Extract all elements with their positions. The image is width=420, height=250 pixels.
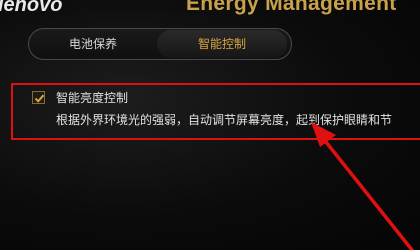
smart-brightness-checkbox[interactable] (32, 91, 45, 104)
tab-battery-care[interactable]: 电池保养 (29, 30, 157, 58)
checkmark-icon (34, 94, 45, 103)
app-title: Energy Management (186, 0, 397, 15)
smart-brightness-description: 根据外界环境光的强弱，自动调节屏幕亮度，起到保护眼睛和节 (56, 113, 393, 127)
lenovo-logo: lenovo (0, 0, 63, 16)
smart-brightness-label: 智能亮度控制 (56, 91, 129, 105)
energy-management-window: lenovo Energy Management 电池保养 智能控制 智能亮度控… (0, 0, 420, 250)
tab-bar: 电池保养 智能控制 (28, 28, 292, 60)
tab-smart-control[interactable]: 智能控制 (157, 30, 287, 58)
